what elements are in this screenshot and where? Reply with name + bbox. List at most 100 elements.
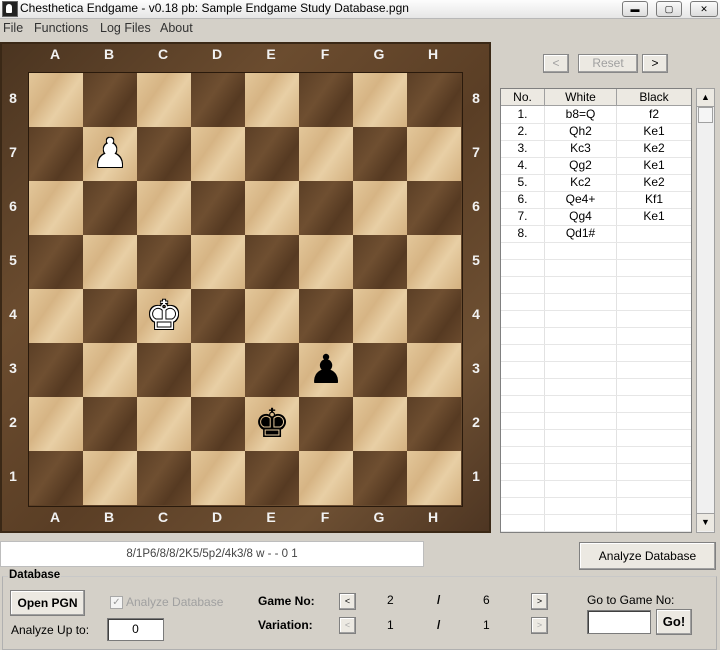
move-no-cell[interactable]: 2. [501,123,544,140]
moves-table[interactable]: No. White Black 1. b8=Q f2 2. Qh2 Ke1 3. Kc3 Ke2… [500,88,692,533]
square-h4[interactable] [407,289,461,343]
square-c1[interactable] [137,451,191,505]
square-g7[interactable] [353,127,407,181]
analyze-database-button[interactable]: Analyze Database [579,542,716,570]
square-c6[interactable] [137,181,191,235]
move-black-cell[interactable]: f2 [617,106,691,123]
square-h5[interactable] [407,235,461,289]
square-e3[interactable] [245,343,299,397]
square-f4[interactable] [299,289,353,343]
scroll-down-icon[interactable]: ▼ [697,513,714,531]
close-button[interactable]: ✕ [690,1,718,17]
square-g6[interactable] [353,181,407,235]
square-f5[interactable] [299,235,353,289]
move-white-cell[interactable]: Kc3 [545,140,616,157]
move-no-cell[interactable]: 3. [501,140,544,157]
square-h8[interactable] [407,73,461,127]
square-g2[interactable] [353,397,407,451]
move-white-cell[interactable]: Qd1# [545,225,616,242]
game-prev-button[interactable]: < [339,593,356,610]
square-a6[interactable] [29,181,83,235]
square-f2[interactable] [299,397,353,451]
square-d6[interactable] [191,181,245,235]
square-b6[interactable] [83,181,137,235]
square-g1[interactable] [353,451,407,505]
black-king-icon[interactable]: ♚ [245,397,299,451]
square-d7[interactable] [191,127,245,181]
move-white-cell[interactable]: Qg2 [545,157,616,174]
next-move-button[interactable]: > [642,54,668,73]
move-white-cell[interactable]: b8=Q [545,106,616,123]
scroll-thumb[interactable] [698,107,713,123]
move-black-cell[interactable] [617,225,691,242]
square-b2[interactable] [83,397,137,451]
square-b3[interactable] [83,343,137,397]
move-no-cell[interactable]: 8. [501,225,544,242]
square-g5[interactable] [353,235,407,289]
square-e7[interactable] [245,127,299,181]
square-e8[interactable] [245,73,299,127]
square-b1[interactable] [83,451,137,505]
go-button[interactable]: Go! [656,609,692,635]
square-f6[interactable] [299,181,353,235]
square-a8[interactable] [29,73,83,127]
square-d5[interactable] [191,235,245,289]
prev-move-button[interactable]: < [543,54,569,73]
square-e1[interactable] [245,451,299,505]
open-pgn-button[interactable]: Open PGN [10,590,85,616]
black-pawn-icon[interactable]: ♟ [299,343,353,397]
square-b5[interactable] [83,235,137,289]
square-f7[interactable] [299,127,353,181]
header-white[interactable]: White [545,89,617,106]
square-h7[interactable] [407,127,461,181]
square-h3[interactable] [407,343,461,397]
move-black-cell[interactable]: Ke1 [617,208,691,225]
header-black[interactable]: Black [617,89,691,106]
square-h1[interactable] [407,451,461,505]
square-b8[interactable] [83,73,137,127]
square-f8[interactable] [299,73,353,127]
white-pawn-icon[interactable]: ♟ [83,127,137,181]
minimize-button[interactable]: ▬ [622,1,648,17]
square-d2[interactable] [191,397,245,451]
scroll-up-icon[interactable]: ▲ [697,89,714,107]
reset-button[interactable]: Reset [578,54,638,73]
square-a5[interactable] [29,235,83,289]
square-a4[interactable] [29,289,83,343]
square-a7[interactable] [29,127,83,181]
square-c7[interactable] [137,127,191,181]
move-white-cell[interactable]: Kc2 [545,174,616,191]
square-g3[interactable] [353,343,407,397]
square-d4[interactable] [191,289,245,343]
move-white-cell[interactable]: Qe4+ [545,191,616,208]
square-c8[interactable] [137,73,191,127]
square-g4[interactable] [353,289,407,343]
square-c2[interactable] [137,397,191,451]
analyze-up-to-input[interactable]: 0 [107,618,164,641]
menu-log-files[interactable]: Log Files [100,21,151,35]
move-no-cell[interactable]: 4. [501,157,544,174]
variation-prev-button[interactable]: < [339,617,356,634]
move-no-cell[interactable]: 5. [501,174,544,191]
move-black-cell[interactable]: Ke2 [617,140,691,157]
moves-scrollbar[interactable]: ▲ ▼ [696,88,715,533]
menu-about[interactable]: About [160,21,193,35]
variation-next-button[interactable]: > [531,617,548,634]
menu-functions[interactable]: Functions [34,21,88,35]
square-c3[interactable] [137,343,191,397]
square-c5[interactable] [137,235,191,289]
move-no-cell[interactable]: 6. [501,191,544,208]
square-g8[interactable] [353,73,407,127]
square-e4[interactable] [245,289,299,343]
header-no[interactable]: No. [501,89,545,106]
square-b4[interactable] [83,289,137,343]
move-no-cell[interactable]: 7. [501,208,544,225]
square-d1[interactable] [191,451,245,505]
game-next-button[interactable]: > [531,593,548,610]
square-h6[interactable] [407,181,461,235]
move-white-cell[interactable]: Qg4 [545,208,616,225]
square-e6[interactable] [245,181,299,235]
square-a3[interactable] [29,343,83,397]
square-h2[interactable] [407,397,461,451]
square-f1[interactable] [299,451,353,505]
